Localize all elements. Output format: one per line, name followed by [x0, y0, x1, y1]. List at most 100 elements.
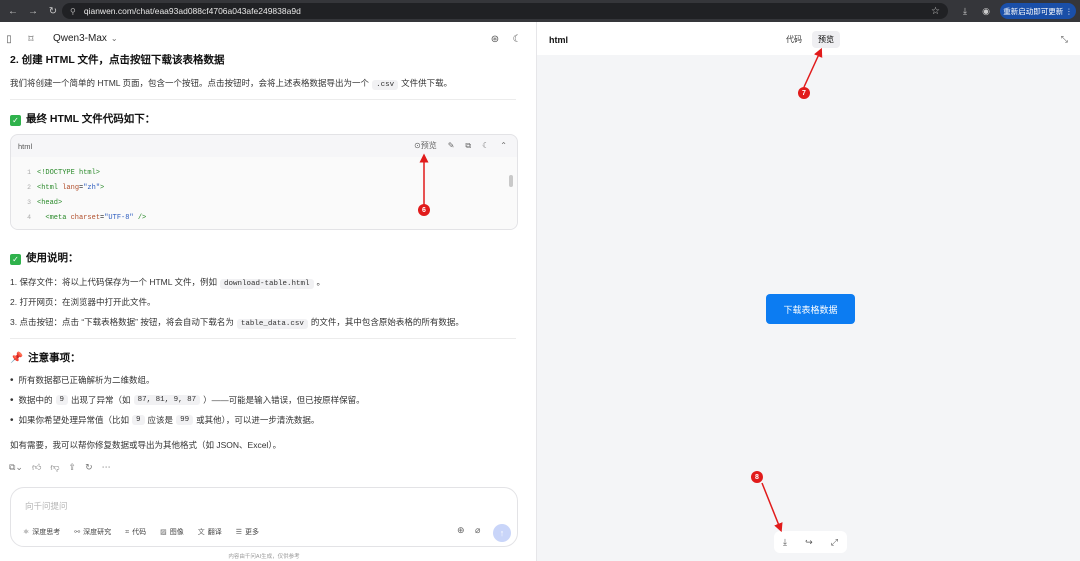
- code-token: <!DOCTYPE html>: [37, 168, 101, 177]
- preview-button[interactable]: ⊙预览: [414, 140, 437, 151]
- copy-icon[interactable]: ⧉⌄: [9, 462, 23, 473]
- preview-label: 预览: [420, 141, 437, 150]
- tool-label: 深度研究: [83, 529, 112, 536]
- notes-list: 所有数据都已正确解析为二维数组。 数据中的9出现了异常（如87, 81, 9, …: [10, 370, 365, 430]
- list-item: 数据中的9出现了异常（如87, 81, 9, 87）——可能是输入错误，但已按原…: [10, 390, 365, 410]
- back-icon[interactable]: ←: [6, 4, 20, 18]
- code-block-header: html ⊙预览 ✎ ⧉ ☾ ⌃: [11, 135, 517, 157]
- tab-code[interactable]: 代码: [780, 31, 808, 48]
- usage-text: 1. 保存文件：将以上代码保存为一个 HTML 文件，例如: [10, 277, 217, 287]
- note-text: 或其他），可以进一步清洗数据。: [196, 415, 320, 425]
- note-text: 如果你希望处理异常值（比如: [18, 415, 130, 425]
- model-selector[interactable]: Qwen3-Max ⌄: [53, 33, 118, 44]
- update-button[interactable]: 重新启动即可更新 ⋮: [1000, 3, 1076, 19]
- preview-title: html: [549, 35, 568, 45]
- edit-icon[interactable]: ✎: [448, 141, 455, 150]
- chevron-down-icon: ⌄: [110, 34, 118, 43]
- inline-code: download-table.html: [220, 279, 314, 289]
- preview-header: html 代码 预览 ⤡: [537, 22, 1080, 55]
- code-token: />: [133, 213, 147, 222]
- more-button[interactable]: ☰ 更多: [236, 527, 259, 537]
- section-heading: 2. 创建 HTML 文件，点击按钮下载该表格数据: [10, 54, 225, 66]
- send-button[interactable]: ↑: [493, 524, 511, 542]
- closing-text: 如有需要，我可以帮你修复数据或导出为其他格式（如 JSON、Excel）。: [10, 440, 282, 450]
- deep-research-button[interactable]: ⚯ 深度研究: [74, 527, 111, 537]
- composer-tools: ⚛ 深度思考 ⚯ 深度研究 ⌗ 代码 ▨ 图像 文翻译 ☰ 更多: [23, 527, 259, 537]
- usage-text: 的文件，其中包含原始表格的所有数据。: [310, 317, 464, 327]
- update-label: 重新启动即可更新: [1003, 6, 1064, 16]
- code-button[interactable]: ⌗ 代码: [125, 527, 146, 537]
- preview-bottom-toolbar: ⤓ ↪ ⤢: [774, 531, 847, 553]
- usage-item: 3. 点击按钮：点击 “下载表格数据” 按钮，将会自动下载名为 table_dat…: [10, 316, 464, 329]
- tool-label: 图像: [169, 529, 184, 536]
- download-table-button[interactable]: 下载表格数据: [766, 294, 855, 324]
- final-code-heading: ✓ 最终 HTML 文件代码如下：: [10, 111, 155, 126]
- collapse-icon[interactable]: ⌃: [500, 141, 507, 150]
- new-chat-icon[interactable]: ⌑: [25, 33, 37, 45]
- thumbs-down-icon[interactable]: 👎︎: [50, 462, 59, 473]
- note-text: 应该是: [147, 415, 174, 425]
- share-icon[interactable]: ⊛: [489, 33, 501, 45]
- collapse-panel-icon[interactable]: ⤡: [1061, 34, 1068, 45]
- usage-heading: ✓ 使用说明：: [10, 250, 79, 265]
- list-item: 如果你希望处理异常值（比如9应该是99或其他），可以进一步清洗数据。: [10, 410, 365, 430]
- inline-code: 87, 81, 9, 87: [133, 395, 201, 405]
- tool-label: 代码: [132, 529, 147, 536]
- forward-icon[interactable]: →: [26, 4, 40, 18]
- code-toolbar: ⊙预览 ✎ ⧉ ☾ ⌃: [414, 140, 507, 151]
- image-icon: ▨: [160, 529, 167, 536]
- fullscreen-icon[interactable]: ⤢: [831, 537, 838, 548]
- translate-button[interactable]: 文翻译: [198, 527, 222, 537]
- heading-text: 注意事项：: [28, 352, 81, 364]
- line-number: 2: [27, 184, 31, 191]
- inline-code: 9: [132, 415, 145, 425]
- reload-icon[interactable]: ↻: [46, 4, 60, 18]
- theme-icon[interactable]: ☾: [482, 141, 489, 150]
- chat-input[interactable]: 向千问提问: [25, 500, 68, 512]
- sidebar-toggle-icon[interactable]: ▯: [3, 33, 15, 45]
- menu-icon: ☰: [235, 529, 243, 536]
- message-actions: ⧉⌄ 👍︎ 👎︎ ⇪ ↻ ⋯: [9, 462, 111, 473]
- tool-label: 更多: [245, 529, 260, 536]
- profile-icon[interactable]: ◉: [979, 4, 993, 18]
- site-info-icon[interactable]: ⚲: [70, 7, 76, 16]
- divider: [10, 99, 516, 100]
- code-line: 4 <meta charset = "UTF-8" />: [11, 210, 517, 225]
- desc-text: 我们将创建一个简单的 HTML 页面，包含一个按钮。点击按钮时，会将上述表格数据…: [10, 78, 370, 88]
- attach-icon[interactable]: ⌀: [475, 525, 480, 536]
- code-scrollbar[interactable]: [509, 175, 513, 187]
- inline-code: 99: [176, 415, 194, 425]
- tab-preview[interactable]: 预览: [812, 31, 840, 48]
- deep-think-button[interactable]: ⚛ 深度思考: [23, 527, 60, 537]
- tool-label: 翻译: [207, 529, 222, 536]
- pushpin-icon: 📌: [10, 352, 24, 364]
- more-icon[interactable]: ⋯: [102, 462, 111, 473]
- tool-label: 深度思考: [32, 529, 61, 536]
- research-icon: ⚯: [74, 529, 81, 536]
- image-button[interactable]: ▨ 图像: [160, 527, 184, 537]
- inline-code: table_data.csv: [236, 319, 308, 329]
- code-language: html: [18, 141, 33, 151]
- bookmark-star-icon[interactable]: ☆: [931, 6, 940, 17]
- note-text: 所有数据都已正确解析为二维数组。: [18, 375, 155, 385]
- download-icon[interactable]: ⤓: [958, 4, 972, 18]
- line-number: 3: [27, 199, 31, 206]
- dark-mode-icon[interactable]: ☾: [511, 33, 523, 45]
- regenerate-icon[interactable]: ↻: [85, 462, 93, 473]
- code-token: <head>: [37, 198, 63, 207]
- code-line: 1 <!DOCTYPE html>: [11, 165, 517, 180]
- brain-icon: ⚛: [23, 529, 30, 536]
- share-icon[interactable]: ↪: [805, 537, 813, 548]
- download-icon[interactable]: ⤓: [783, 537, 787, 548]
- copy-icon[interactable]: ⧉: [465, 141, 471, 151]
- code-line: 3 <head>: [11, 195, 517, 210]
- code-token: <meta: [37, 213, 71, 222]
- code-token: lang: [62, 183, 80, 192]
- code-token: charset: [70, 213, 101, 222]
- code-content[interactable]: 1 <!DOCTYPE html> 2 <html lang = "zh" >3 <head>…: [11, 157, 517, 229]
- thumbs-up-icon[interactable]: 👍︎: [32, 462, 41, 473]
- share-icon[interactable]: ⇪: [69, 462, 77, 473]
- address-bar[interactable]: ⚲ qianwen.com/chat/eaa93ad088cf4706a043a…: [62, 3, 948, 19]
- globe-icon[interactable]: ⊕: [457, 525, 465, 536]
- code-token: >: [100, 183, 105, 192]
